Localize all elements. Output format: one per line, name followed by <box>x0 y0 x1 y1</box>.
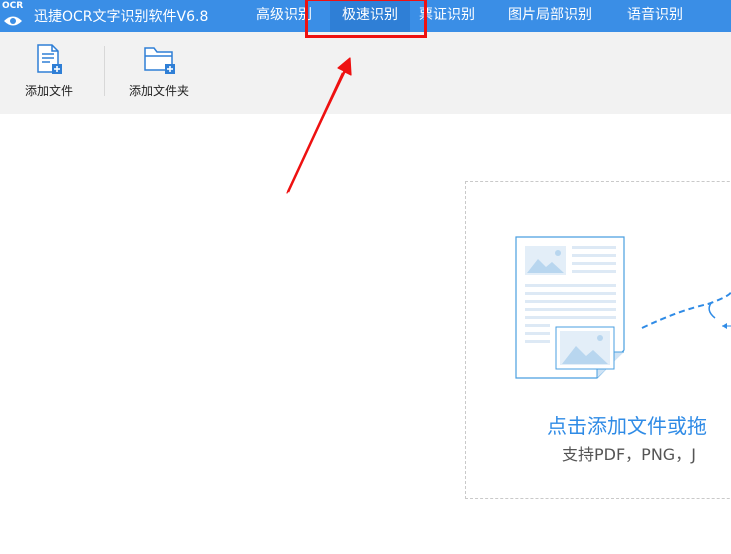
add-folder-label: 添加文件夹 <box>128 84 189 98</box>
ocr-eye-icon: OCR <box>2 1 28 31</box>
app-title: 迅捷OCR文字识别软件V6.8 <box>34 9 209 25</box>
tab-voice-recognition[interactable]: 语音识别 <box>627 0 683 32</box>
add-file-icon <box>37 44 62 74</box>
annotation-highlight-box <box>305 0 427 38</box>
tab-advanced-recognition[interactable]: 高级识别 <box>256 0 312 32</box>
toolbar-divider <box>104 46 105 96</box>
drop-zone-title: 点击添加文件或拖 <box>547 414 707 438</box>
drop-zone-subtitle: 支持PDF，PNG，J <box>562 445 696 464</box>
tab-ticket-recognition[interactable]: 票证识别 <box>419 0 475 32</box>
add-file-label: 添加文件 <box>24 84 73 98</box>
add-folder-icon <box>144 47 175 74</box>
logo-text: OCR <box>2 1 24 11</box>
tab-partial-image-recognition[interactable]: 图片局部识别 <box>508 0 592 32</box>
add-file-button[interactable]: 添加文件 <box>20 42 78 99</box>
toolbar: 添加文件 添加文件夹 <box>0 32 731 114</box>
add-folder-button[interactable]: 添加文件夹 <box>122 42 196 99</box>
